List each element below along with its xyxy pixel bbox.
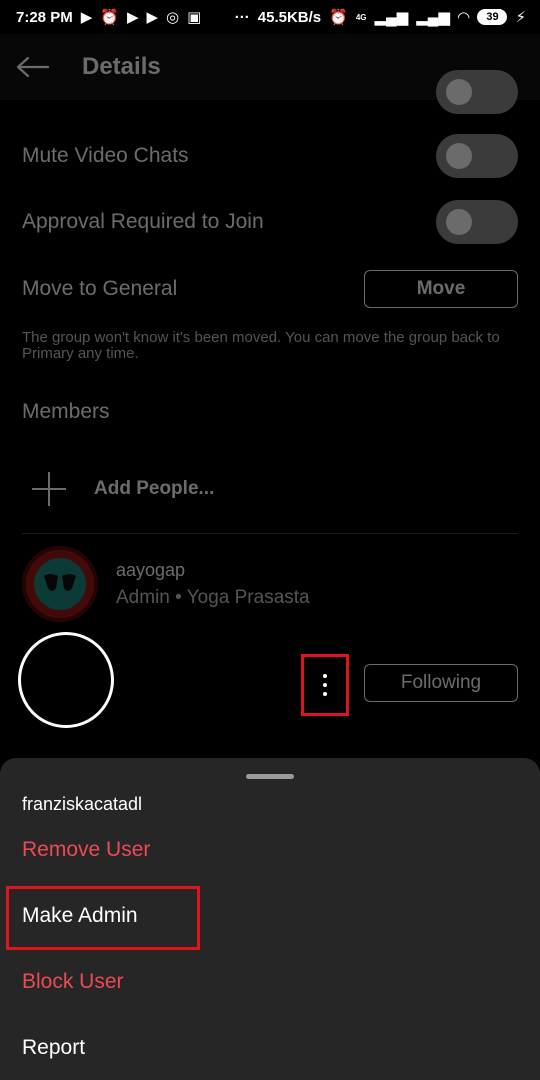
remove-user-option[interactable]: Remove User xyxy=(22,838,150,862)
mute-video-chats-toggle[interactable] xyxy=(436,134,518,178)
member-username: aayogap xyxy=(116,559,186,580)
toggle-knob xyxy=(446,143,472,169)
more-options-button[interactable] xyxy=(301,654,349,716)
make-admin-option[interactable]: Make Admin xyxy=(22,904,138,928)
mask-logo-icon xyxy=(44,574,76,591)
member-row[interactable]: aayogap Admin • Yoga Prasasta xyxy=(22,546,310,622)
move-to-general-row: Move to General Move xyxy=(22,270,518,308)
member-subtitle: Admin • Yoga Prasasta xyxy=(116,586,310,608)
mute-video-chats-row: Mute Video Chats xyxy=(22,134,518,178)
member-avatar-placeholder[interactable] xyxy=(18,632,114,728)
divider xyxy=(22,533,518,534)
add-people-label: Add People... xyxy=(94,478,215,499)
screen: 7:28 PM ▶ ⏰ ▶ ▶ ◎ ▣ ··· 45.5KB/s ⏰ 4G ▂▄… xyxy=(0,0,540,1080)
toggle-knob xyxy=(446,79,472,105)
approval-required-row: Approval Required to Join xyxy=(22,200,518,244)
toggle-knob xyxy=(446,209,472,235)
hidden-toggle[interactable] xyxy=(436,70,518,114)
mute-video-chats-label: Mute Video Chats xyxy=(22,144,189,167)
back-button[interactable] xyxy=(0,34,66,100)
add-people-button[interactable]: Add People... xyxy=(30,470,214,508)
approval-required-label: Approval Required to Join xyxy=(22,210,264,233)
members-title: Members xyxy=(22,400,110,423)
move-note: The group won't know it's been moved. Yo… xyxy=(22,329,500,362)
plus-icon xyxy=(30,470,68,508)
report-option[interactable]: Report xyxy=(22,1036,85,1060)
member-text: aayogap Admin • Yoga Prasasta xyxy=(116,560,310,609)
page-title: Details xyxy=(82,52,161,80)
approval-required-toggle[interactable] xyxy=(436,200,518,244)
move-button[interactable]: Move xyxy=(364,270,518,308)
more-vertical-icon xyxy=(323,674,327,696)
following-button[interactable]: Following xyxy=(364,664,518,702)
sheet-handle[interactable] xyxy=(246,774,294,779)
block-user-option[interactable]: Block User xyxy=(22,970,124,994)
sheet-username: franziskacatadl xyxy=(22,794,143,814)
avatar-logo xyxy=(34,558,86,610)
back-arrow-icon xyxy=(16,56,50,77)
member-options-sheet: franziskacatadl Remove User Make Admin B… xyxy=(0,758,540,1080)
avatar xyxy=(22,546,98,622)
move-to-general-label: Move to General xyxy=(22,277,178,300)
